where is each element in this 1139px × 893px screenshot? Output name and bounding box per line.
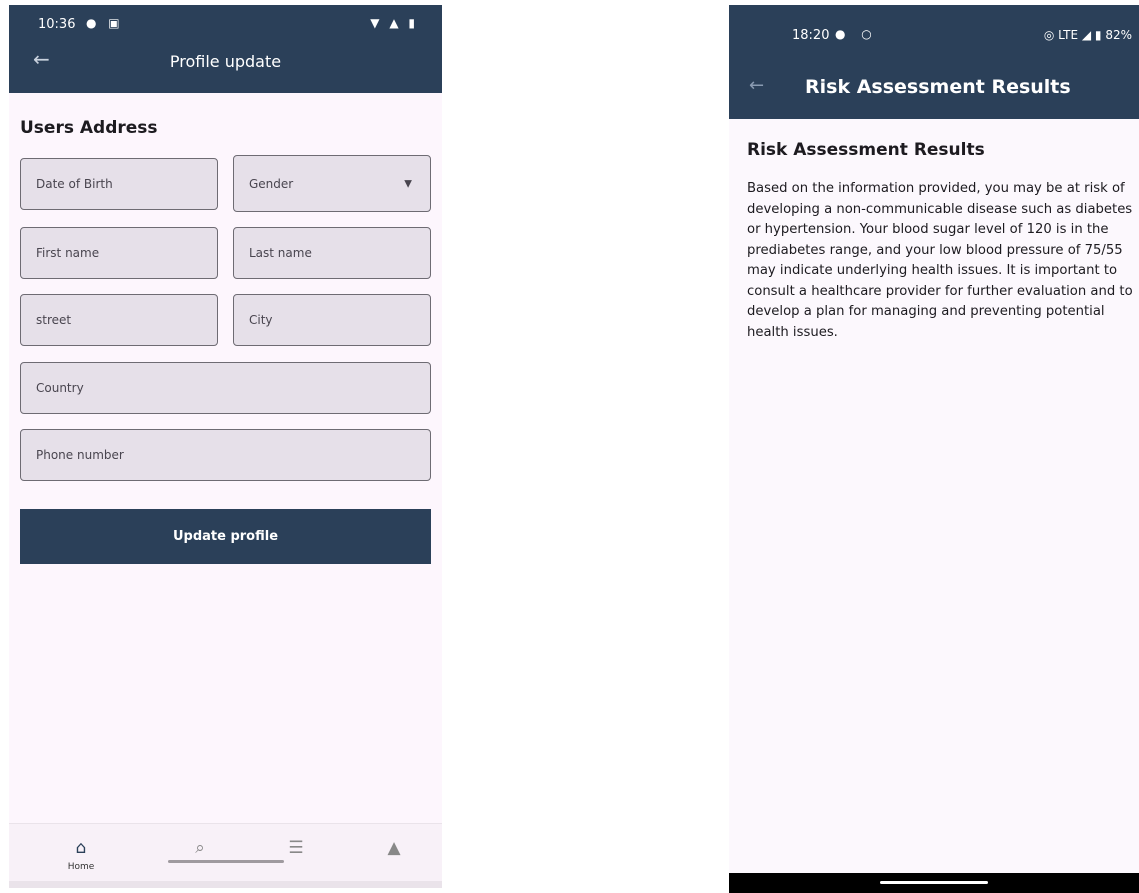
bottom-navigation: ⌂ Home ⌕ ☰ ▲ bbox=[9, 823, 442, 881]
nav-cart[interactable]: ☰ bbox=[266, 824, 326, 882]
field-label: Country bbox=[36, 381, 84, 395]
status-time: 18:20 bbox=[792, 28, 830, 43]
app-bar: 10:36 ● ▣ ▼ ▲ ▮ ← Profile update bbox=[9, 5, 442, 93]
last-name-field[interactable]: Last name bbox=[233, 227, 431, 279]
nav-profile[interactable]: ▲ bbox=[364, 824, 424, 882]
date-of-birth-field[interactable]: Date of Birth bbox=[20, 158, 218, 210]
nav-home[interactable]: ⌂ Home bbox=[51, 824, 111, 882]
profile-update-screen: 10:36 ● ▣ ▼ ▲ ▮ ← Profile update Users A… bbox=[9, 5, 442, 888]
page-title: Profile update bbox=[169, 52, 282, 71]
search-icon: ⌕ bbox=[195, 838, 205, 858]
dropdown-arrow-icon: ▼ bbox=[404, 178, 412, 189]
app-bar: 18:20 ● ○ ◎ LTE ◢ ▮ 82% ← Risk Assessmen… bbox=[729, 5, 1139, 119]
field-label: Phone number bbox=[36, 448, 124, 462]
nav-label: Home bbox=[67, 862, 95, 872]
status-bar: 10:36 ● ▣ ▼ ▲ ▮ bbox=[38, 15, 418, 37]
field-label: Gender bbox=[249, 176, 294, 191]
signal-battery-status: ◎ LTE ◢ ▮ 82% bbox=[1043, 28, 1132, 42]
field-label: street bbox=[36, 313, 72, 327]
field-label: Last name bbox=[249, 246, 312, 260]
signal-battery-icons: ▼ ▲ ▮ bbox=[370, 16, 418, 30]
notification-icons: ● ▣ bbox=[86, 16, 124, 30]
update-profile-button[interactable]: Update profile bbox=[20, 509, 431, 564]
first-name-field[interactable]: First name bbox=[20, 227, 218, 279]
field-label: City bbox=[249, 313, 273, 327]
section-title: Users Address bbox=[20, 118, 158, 138]
country-field[interactable]: Country bbox=[20, 362, 431, 414]
results-heading: Risk Assessment Results bbox=[747, 140, 985, 160]
system-nav-area bbox=[9, 881, 442, 888]
gesture-handle[interactable] bbox=[880, 881, 988, 884]
notification-icons: ● ○ bbox=[835, 27, 878, 41]
phone-number-field[interactable]: Phone number bbox=[20, 429, 431, 481]
cart-icon: ☰ bbox=[288, 838, 304, 858]
page-title: Risk Assessment Results bbox=[805, 76, 1071, 98]
nav-search[interactable]: ⌕ bbox=[170, 824, 230, 882]
gender-dropdown[interactable]: Gender ▼ bbox=[233, 155, 431, 212]
status-time: 10:36 bbox=[38, 17, 76, 32]
street-field[interactable]: street bbox=[20, 294, 218, 346]
results-text: Based on the information provided, you m… bbox=[747, 181, 1133, 340]
field-label: Date of Birth bbox=[36, 177, 113, 191]
back-arrow-icon[interactable]: ← bbox=[749, 75, 764, 96]
risk-assessment-screen: 18:20 ● ○ ◎ LTE ◢ ▮ 82% ← Risk Assessmen… bbox=[729, 5, 1139, 893]
system-nav-bar bbox=[729, 873, 1139, 893]
field-label: First name bbox=[36, 246, 100, 260]
home-icon: ⌂ bbox=[75, 838, 87, 858]
city-field[interactable]: City bbox=[233, 294, 431, 346]
person-icon: ▲ bbox=[387, 838, 401, 858]
gesture-handle[interactable] bbox=[168, 860, 284, 863]
